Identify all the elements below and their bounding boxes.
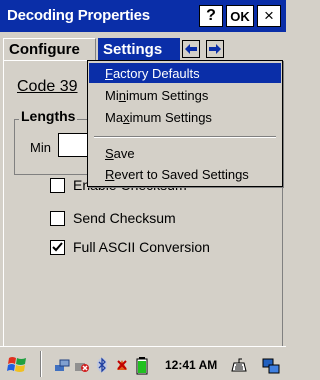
bluetooth-icon[interactable] (94, 357, 110, 373)
menu-item-label: Save (105, 145, 135, 161)
min-length-label: Min (30, 140, 51, 155)
enable-checksum-checkbox[interactable] (50, 177, 65, 193)
window-title: Decoding Properties (7, 7, 150, 24)
menu-item-label: Revert to Saved Settings (105, 166, 249, 182)
tab-scroll-right-button[interactable] (206, 40, 224, 58)
send-checksum-label: Send Checksum (73, 210, 176, 226)
help-button[interactable]: ? (199, 5, 223, 27)
menu-item-minimum-settings[interactable]: Minimum Settings (89, 85, 281, 105)
input-panel-icon[interactable] (230, 357, 248, 373)
arrow-left-icon (185, 44, 197, 54)
checkmark-icon (52, 241, 63, 251)
arrow-right-icon (209, 44, 221, 54)
send-checksum-checkbox[interactable] (50, 210, 65, 226)
min-length-input[interactable] (58, 133, 88, 157)
clock[interactable]: 12:41 AM (165, 358, 217, 372)
taskbar: 12:41 AM (0, 346, 286, 380)
symbology-label: Code 39 (17, 78, 78, 95)
menu-item-label: Maximum Settings (105, 109, 212, 125)
start-button[interactable] (6, 354, 30, 376)
menu-item-label: Minimum Settings (105, 87, 209, 103)
ok-button[interactable]: OK (226, 5, 254, 27)
ir-disabled-icon[interactable] (114, 357, 130, 373)
tab-configure[interactable]: Configure (3, 38, 96, 60)
close-button[interactable]: × (257, 5, 281, 27)
tab-scroll-left-button[interactable] (182, 40, 200, 58)
desktop-icon[interactable] (262, 357, 280, 374)
full-ascii-row[interactable]: Full ASCII Conversion (50, 237, 210, 257)
wifi-disconnected-icon[interactable] (74, 357, 90, 373)
network-icon[interactable] (54, 357, 70, 373)
tab-settings[interactable]: Settings (98, 38, 180, 60)
title-bar: Decoding Properties ? OK × (0, 0, 286, 32)
menu-separator (94, 136, 276, 138)
settings-menu: Factory Defaults Minimum Settings Maximu… (87, 60, 283, 187)
full-ascii-label: Full ASCII Conversion (73, 239, 210, 255)
menu-item-maximum-settings[interactable]: Maximum Settings (89, 107, 281, 127)
menu-item-revert[interactable]: Revert to Saved Settings (89, 164, 281, 184)
full-ascii-checkbox[interactable] (50, 239, 65, 255)
menu-item-save[interactable]: Save (89, 143, 281, 163)
tab-strip: Configure Settings (0, 32, 286, 60)
send-checksum-row[interactable]: Send Checksum (50, 208, 176, 228)
menu-item-label: Factory Defaults (105, 65, 200, 81)
lengths-group-label: Lengths (19, 108, 78, 124)
windows-flag-icon (7, 357, 26, 372)
battery-icon[interactable] (134, 357, 150, 375)
menu-item-factory-defaults[interactable]: Factory Defaults (89, 63, 281, 83)
tray-separator (40, 351, 42, 377)
